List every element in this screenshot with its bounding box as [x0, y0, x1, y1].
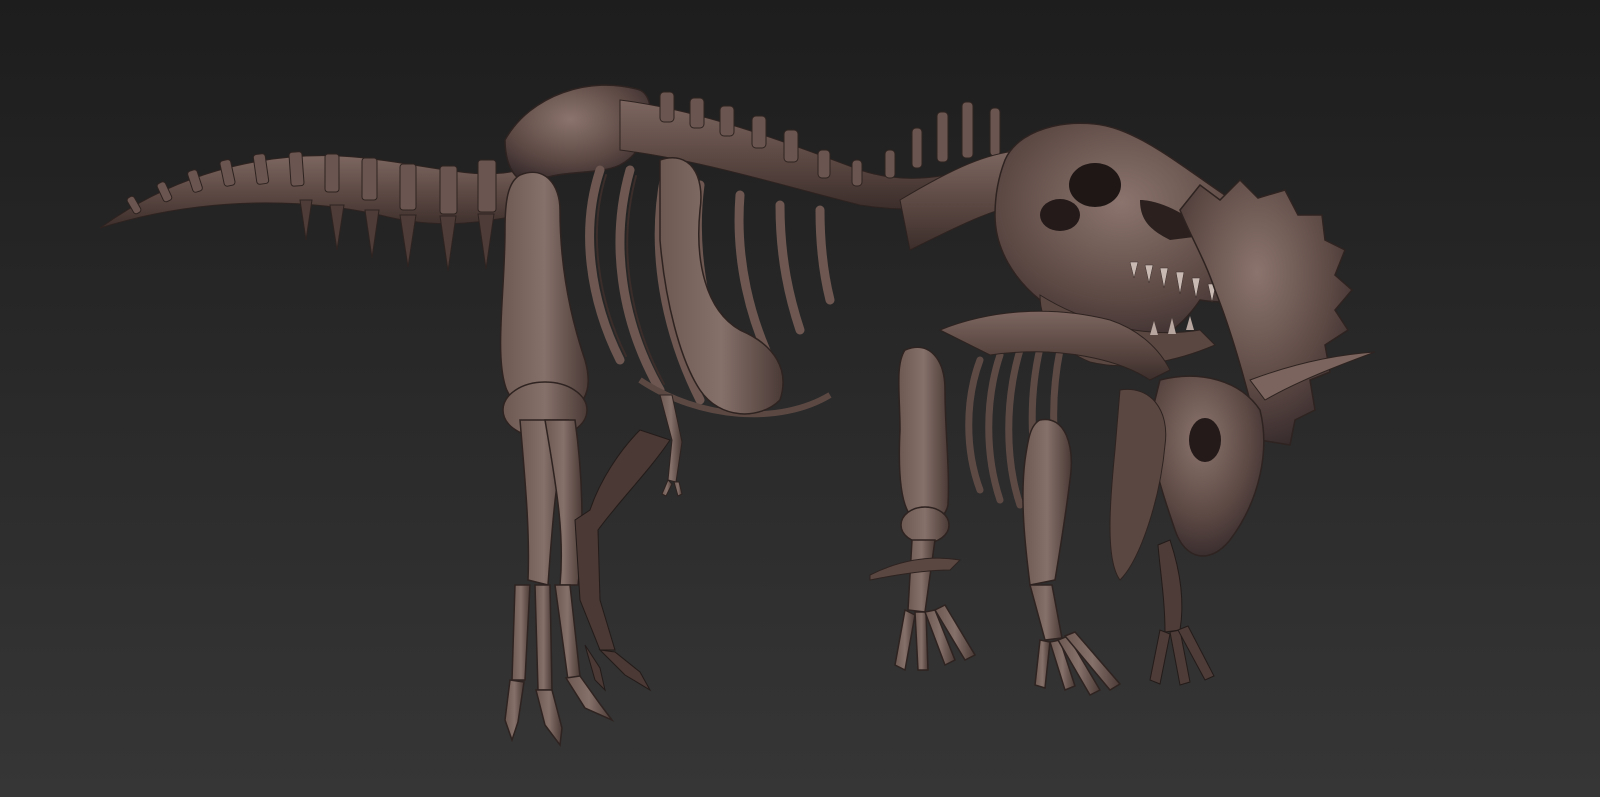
- render-viewport: [0, 0, 1600, 797]
- background: [0, 0, 1600, 797]
- sculpt-render-canvas: [0, 0, 1600, 797]
